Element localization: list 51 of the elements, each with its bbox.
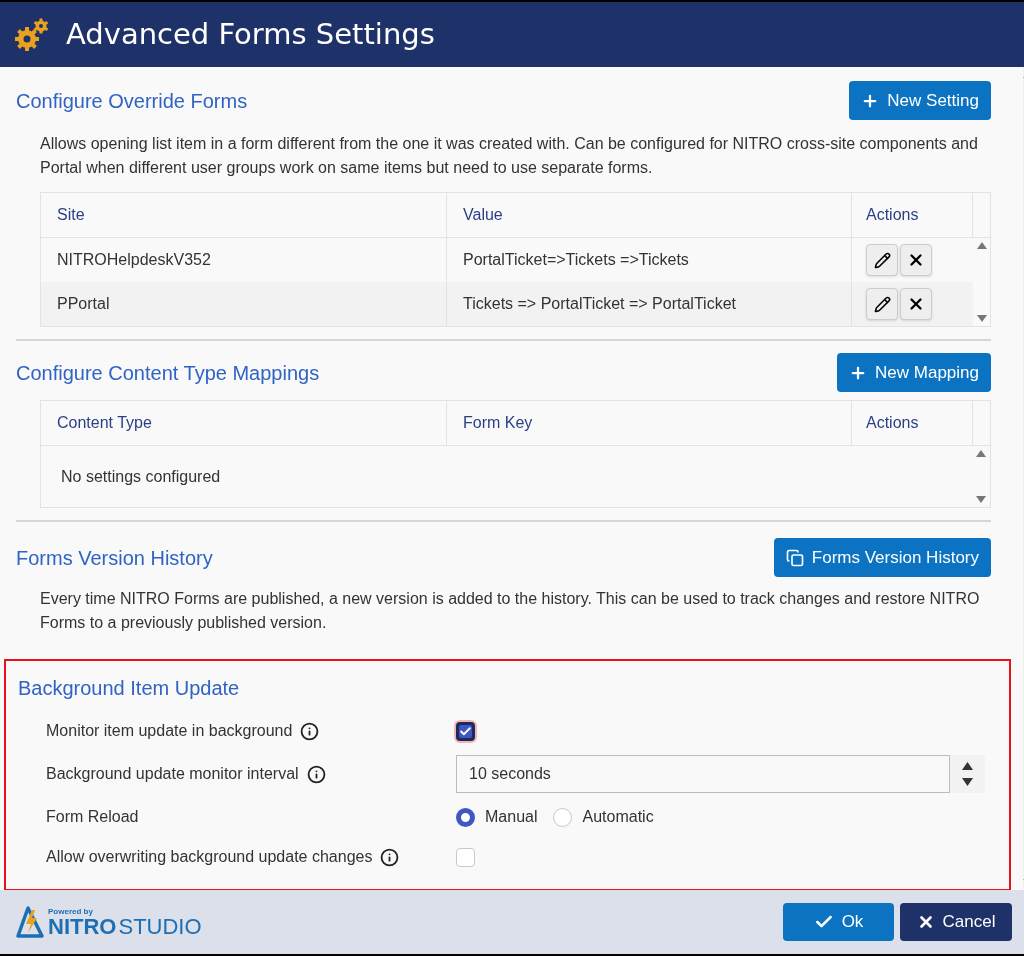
- add-button[interactable]: New Setting: [849, 81, 991, 120]
- add-button[interactable]: Forms Version History: [773, 538, 991, 577]
- close-icon: [907, 295, 925, 313]
- section-title: Forms Version History: [16, 545, 213, 571]
- window-title: Advanced Forms Settings: [66, 15, 435, 53]
- logo-wordmark: NITRO: [48, 916, 117, 938]
- scroll-down-arrow-icon[interactable]: [975, 496, 986, 503]
- field-label: Allow overwriting background update changes: [46, 847, 373, 867]
- scroll-up-arrow-icon[interactable]: [976, 242, 987, 249]
- copy-icon: [785, 548, 804, 567]
- field-label: Monitor item update in background: [46, 721, 293, 741]
- empty-table-message: No settings configured: [61, 466, 221, 487]
- field-label: Form Reload: [46, 807, 139, 827]
- logo-icon: [16, 906, 44, 938]
- cancel-button[interactable]: Cancel: [900, 903, 1012, 941]
- section-description: Allows opening list item in a form different from the one it was created with. Can be configured for NITRO cross-site components and Portal when different user groups work on same items but need to use separate forms.: [39, 134, 979, 178]
- close-icon: [907, 251, 925, 269]
- table-cell: Tickets => PortalTicket => PortalTicket: [447, 282, 852, 326]
- column-header: Actions: [852, 401, 973, 445]
- add-button[interactable]: New Mapping: [837, 353, 991, 392]
- delete-button[interactable]: [900, 288, 932, 320]
- info-icon[interactable]: [300, 721, 320, 741]
- column-header: Content Type: [41, 401, 447, 445]
- ok-button[interactable]: Ok: [783, 903, 894, 941]
- radio-option[interactable]: Automatic: [553, 805, 654, 829]
- section-title: Configure Override Forms: [16, 88, 248, 114]
- column-header: Site: [41, 193, 447, 237]
- delete-button[interactable]: [900, 244, 932, 276]
- logo-wordmark: STUDIO: [118, 916, 202, 938]
- info-icon[interactable]: [380, 847, 400, 867]
- field-label: Background update monitor interval: [46, 764, 299, 784]
- section-title: Configure Content Type Mappings: [16, 360, 320, 386]
- scroll-down-arrow-icon[interactable]: [976, 315, 987, 322]
- scroll-up-arrow-icon[interactable]: [975, 450, 986, 457]
- column-header: Actions: [852, 193, 973, 237]
- edit-button[interactable]: [866, 288, 898, 320]
- column-header: Value: [447, 193, 852, 237]
- radio-option[interactable]: Manual: [456, 805, 538, 829]
- info-icon[interactable]: [306, 764, 326, 784]
- section-title: Background Item Update: [18, 676, 241, 701]
- pencil-icon: [873, 251, 891, 269]
- increment-arrow-icon[interactable]: [962, 762, 973, 770]
- pencil-icon: [873, 295, 891, 313]
- interval-input[interactable]: 10 seconds: [456, 755, 950, 793]
- logo-tagline: Powered by: [48, 908, 94, 916]
- checkbox[interactable]: [456, 721, 475, 741]
- column-header: Form Key: [447, 401, 852, 445]
- table-cell: PPortal: [41, 282, 447, 326]
- section-description: Every time NITRO Forms are published, a new version is added to the history. This can be used to track changes and restore NITRO Forms to a previously published version.: [39, 589, 981, 633]
- decrement-arrow-icon[interactable]: [962, 778, 973, 786]
- edit-button[interactable]: [866, 244, 898, 276]
